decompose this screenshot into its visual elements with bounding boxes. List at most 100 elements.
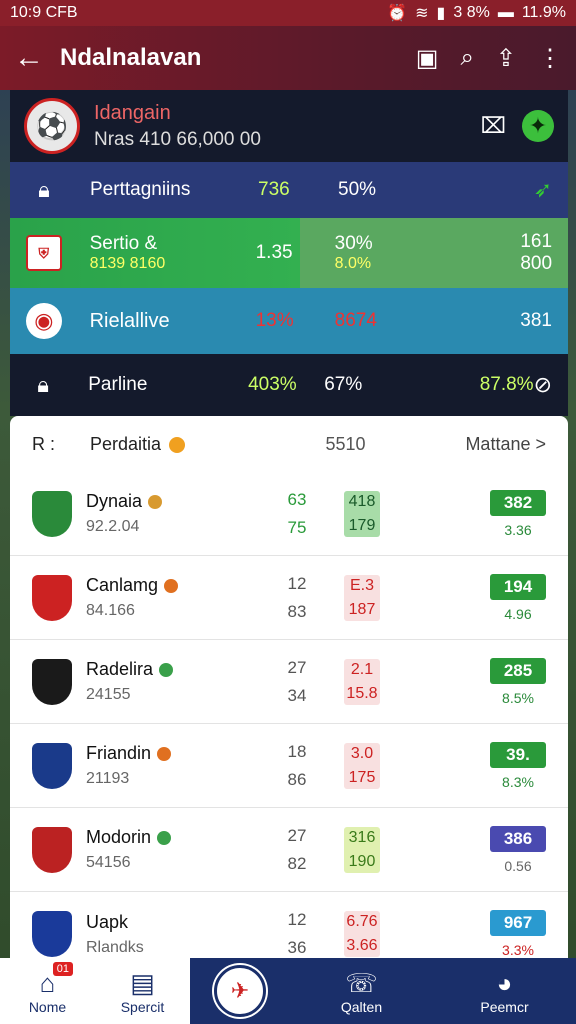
stat-2: 36 xyxy=(287,938,307,957)
badge-icon[interactable]: ✦ xyxy=(522,110,554,142)
pill-value-2: 3.66 xyxy=(346,937,378,954)
team-name: Modorin xyxy=(86,827,152,847)
ball-icon[interactable]: ✈ xyxy=(214,965,266,1017)
stat-1: 12 xyxy=(287,573,307,593)
list-item[interactable]: Friandin 21193 18 86 3.0 175 39. 8.3% xyxy=(10,724,568,808)
clock-icon[interactable]: ⊘ xyxy=(534,372,552,398)
list-item[interactable]: Canlamg 84.166 12 83 E.3 187 194 4.96 xyxy=(10,556,568,640)
row-value-1: 736 xyxy=(258,179,290,200)
stat-2: 82 xyxy=(287,853,307,873)
team-sub: 24155 xyxy=(86,686,131,703)
row-label: Sertio & xyxy=(89,233,158,254)
row-value-3: 161 xyxy=(520,231,553,252)
row-value-3b: 800 xyxy=(520,253,553,274)
more-link[interactable]: Mattane > xyxy=(465,434,546,455)
nav-profile[interactable]: ◕ Peemcr xyxy=(457,968,552,1015)
pill-value-2: 15.8 xyxy=(346,684,378,702)
team-crest-icon: ⛨ xyxy=(26,235,62,271)
team-name: Radelira xyxy=(86,659,154,679)
summary-row-2[interactable]: ⛨ Sertio & 8139 8160 1.35 30% 8.0% 161 8… xyxy=(10,218,568,288)
nav-calls[interactable]: ☏ Qalten xyxy=(314,968,409,1015)
profile-card[interactable]: ⚽ Idangain Nras 410 66,000 00 ⌧ ✦ xyxy=(10,90,568,162)
summary-row-3[interactable]: ◉ Rielallive 13% 8674 381 xyxy=(10,288,568,354)
team-crest-icon: ◉ xyxy=(26,303,62,339)
status-dot-icon xyxy=(157,747,172,762)
nav-profile-label: Peemcr xyxy=(480,998,529,1015)
square-icon[interactable]: ▣ xyxy=(416,44,439,73)
app-bar: ← Ndalnalavan ▣ ⌕ ⇪ ⋮ xyxy=(0,26,576,90)
team-crest-icon xyxy=(32,742,72,789)
row-value-2: 30% xyxy=(334,233,373,254)
score-pct: 4.96 xyxy=(504,605,532,622)
nav-sport[interactable]: ▤ Spercit xyxy=(95,958,190,1024)
team-list: R : Perdaitia 5510 Mattane > Dynaia 92.2.… xyxy=(10,416,568,960)
user-icon: ◕ xyxy=(496,967,513,998)
row-value-2: 8674 xyxy=(334,310,377,331)
team-sub: 92.2.04 xyxy=(86,518,140,535)
list-header: R : Perdaitia 5510 Mattane > xyxy=(10,416,568,472)
row-value-3: 381 xyxy=(520,310,552,331)
stat-2: 83 xyxy=(287,601,307,621)
pill-value-1: 316 xyxy=(348,828,376,846)
wifi-icon: ≋ xyxy=(415,5,429,22)
row-label: Parline xyxy=(88,374,148,395)
list-item[interactable]: Radelira 24155 27 34 2.1 15.8 285 8.5% xyxy=(10,640,568,724)
row-value-3: 87.8% xyxy=(479,374,534,395)
team-crest-icon xyxy=(32,658,72,705)
row-value-2b: 8.0% xyxy=(334,255,372,272)
profile-name: Idangain xyxy=(94,101,171,124)
search-icon[interactable]: ⌕ xyxy=(460,44,473,73)
status-dot-icon xyxy=(164,579,179,594)
score-pct: 3.36 xyxy=(504,521,532,538)
list-prefix: R : xyxy=(32,433,56,454)
score-badge: 285 xyxy=(490,657,546,684)
pill-value-1: 6.76 xyxy=(346,913,378,930)
bookmark-icon[interactable]: ⌧ xyxy=(481,113,506,139)
row-value-2: 67% xyxy=(324,374,363,395)
stat-2: 86 xyxy=(287,769,307,789)
status-dot-icon xyxy=(157,831,172,846)
summary-row-4[interactable]: 🔒︎ Parline 403% 67% 87.8% ⊘ xyxy=(10,354,568,416)
status-dot-icon xyxy=(159,663,174,678)
list-item[interactable]: Modorin 54156 27 82 316 190 386 0.56 xyxy=(10,808,568,892)
stat-1: 27 xyxy=(287,825,307,845)
row-value-2: 50% xyxy=(338,179,377,200)
lock-icon: 🔒︎ xyxy=(37,372,49,397)
team-name: Canlamg xyxy=(86,575,159,595)
status-bar: 10:9 CFB ⏰ ≋ ▮ 3 8% ▬ 11.9% xyxy=(0,0,576,26)
row-value-1: 1.35 xyxy=(255,242,293,263)
team-crest-icon xyxy=(32,911,72,957)
score-badge: 194 xyxy=(490,573,546,600)
score-badge: 382 xyxy=(490,489,546,516)
team-sub: 84.166 xyxy=(86,602,135,619)
pill-value-2: 175 xyxy=(348,768,376,786)
score-badge: 967 xyxy=(490,910,546,936)
team-name: Uapk xyxy=(86,911,129,932)
team-crest-icon xyxy=(32,490,72,537)
team-name: Dynaia xyxy=(86,491,143,511)
summary-row-1[interactable]: 🔒︎ Perttagniins 736 50% ➶ xyxy=(10,162,568,218)
pill-value-2: 190 xyxy=(348,852,376,870)
list-title: Perdaitia xyxy=(90,433,162,454)
more-icon[interactable]: ⋮ xyxy=(538,44,562,73)
stat-2: 34 xyxy=(287,685,307,705)
nav-calls-label: Qalten xyxy=(340,998,383,1015)
score-pct: 8.5% xyxy=(502,689,534,706)
row-label: Perttagniins xyxy=(90,179,191,200)
back-arrow-icon[interactable]: ← xyxy=(14,41,60,75)
battery-b: 11.9% xyxy=(521,4,566,21)
nav-home[interactable]: ⌂ 01 Nome xyxy=(0,958,95,1024)
list-mid: 5510 xyxy=(325,433,366,454)
team-sub: Rlandks xyxy=(86,938,144,956)
list-item[interactable]: Dynaia 92.2.04 63 75 418 179 382 3.36 xyxy=(10,472,568,556)
phone-icon: ☏ xyxy=(345,967,378,998)
pill-value-1: 418 xyxy=(348,492,376,510)
trend-icon: ➶ xyxy=(533,177,552,202)
score-pct: 0.56 xyxy=(504,857,532,874)
row-value-1: 13% xyxy=(255,310,294,331)
status-dot-icon xyxy=(148,495,163,510)
team-crest-icon xyxy=(32,574,72,621)
stat-1: 18 xyxy=(287,741,307,761)
nav-home-label: Nome xyxy=(28,998,67,1015)
share-icon[interactable]: ⇪ xyxy=(496,44,516,73)
